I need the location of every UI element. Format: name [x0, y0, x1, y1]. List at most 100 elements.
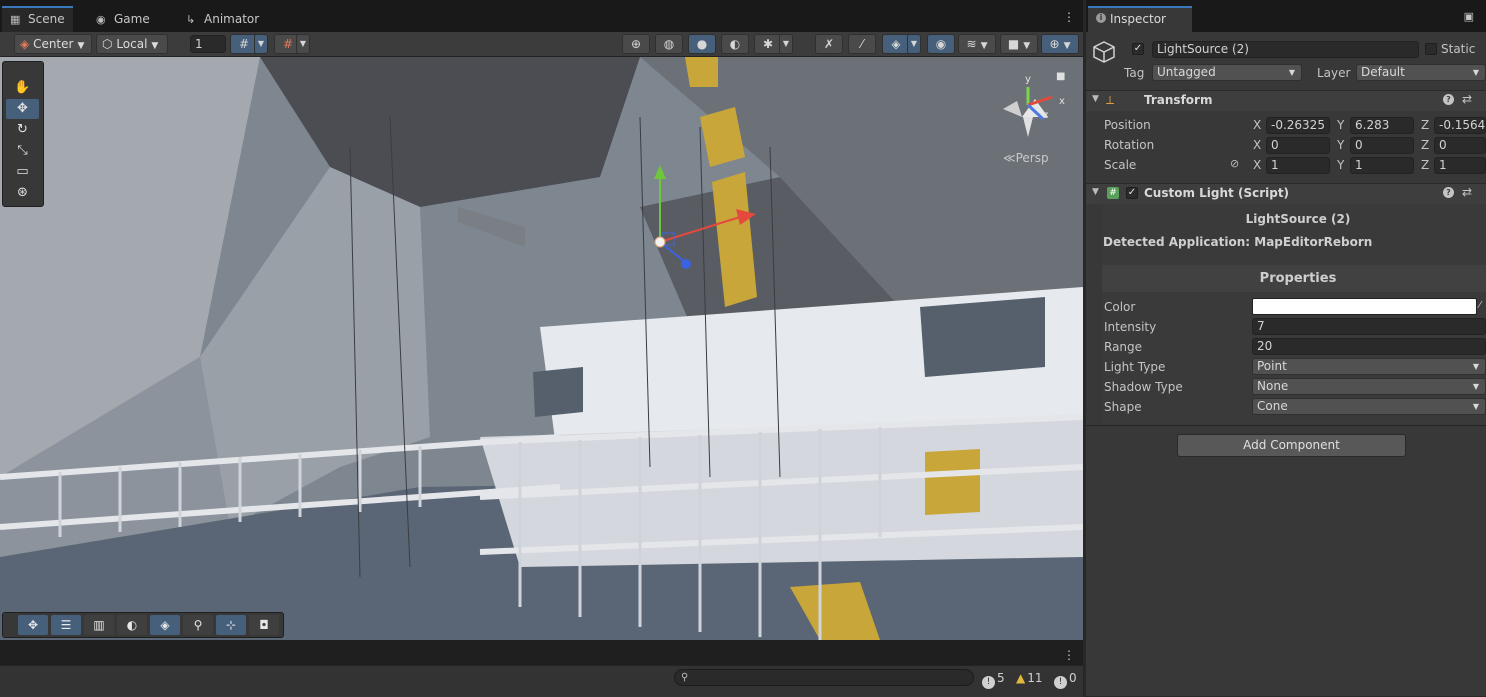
intensity-field[interactable]: 7 [1252, 318, 1486, 335]
chevron-down-icon: ▼ [980, 41, 988, 51]
scene-panel-menu-icon[interactable]: ⋮ [1063, 10, 1075, 24]
overlay-move-button[interactable]: ✥ [18, 615, 48, 635]
overlay-camera-button[interactable]: ◘ [249, 615, 279, 635]
transform-header[interactable]: ▼ ⟂ Transform ? ⇄ [1086, 90, 1486, 111]
gizmo-z-label: z [1043, 110, 1048, 121]
unlit-sphere-icon: ◐ [729, 37, 741, 51]
eye-icon: ◉ [935, 37, 947, 51]
gizmo-x-label: x [1059, 96, 1065, 107]
overlay-shading-button[interactable]: ◐ [117, 615, 147, 635]
chevron-down-icon: ▼ [1472, 68, 1479, 77]
info-count-toggle[interactable]: ! 0 [1054, 669, 1077, 689]
scene-panel: ▦ Scene ◉ Game ↳ Animator ⋮ ◈ Center ▼ ⬡ Loc… [0, 0, 1083, 640]
scene-visibility-button[interactable]: ◉ [927, 34, 955, 54]
static-checkbox[interactable] [1425, 43, 1437, 55]
lock-icon[interactable]: ▣ [1464, 10, 1474, 23]
unlit-button[interactable]: ◐ [721, 34, 749, 54]
sphere-icon: ◐ [126, 618, 138, 632]
scale-z-field[interactable]: 1 [1434, 157, 1486, 174]
shadow-type-dropdown[interactable]: None ▼ [1252, 378, 1486, 395]
increment-snap-dropdown[interactable]: ▼ [296, 34, 310, 54]
camera-projection-label[interactable]: ≪Persp [1003, 151, 1049, 165]
rotation-z-field[interactable]: 0 [1434, 137, 1486, 154]
shadow-type-label: Shadow Type [1104, 380, 1183, 394]
custom-light-object-heading: LightSource (2) [1245, 212, 1351, 226]
shaded-button[interactable]: ● [688, 34, 716, 54]
add-component-button[interactable]: Add Component [1177, 434, 1406, 457]
rotation-x-field[interactable]: 0 [1266, 137, 1330, 154]
chevron-down-icon: ▼ [257, 39, 265, 48]
layers-dropdown[interactable]: ≋ ▼ [958, 34, 996, 54]
overlay-grid-button[interactable]: ▥ [84, 615, 114, 635]
custom-light-enabled-checkbox[interactable]: ✓ [1126, 187, 1138, 199]
chevron-down-icon: ▼ [1023, 41, 1031, 51]
position-x-field[interactable]: -0.26325 [1266, 117, 1330, 134]
scale-tool-button[interactable]: ⤡ [6, 141, 39, 161]
hand-tool-button[interactable]: ✋ [6, 78, 39, 98]
wireframe-shading-button[interactable]: ⊕ [622, 34, 650, 54]
eyedropper-icon[interactable]: ⁄ [1479, 300, 1481, 311]
range-field[interactable]: 20 [1252, 338, 1486, 355]
effects-toggle-button[interactable]: ◈ [882, 34, 910, 54]
shaded-wireframe-button[interactable]: ◍ [655, 34, 683, 54]
gizmos-dropdown[interactable]: ⊕ ▼ [1041, 34, 1079, 54]
gizmo-lock-icon[interactable]: ■ [1056, 71, 1065, 82]
position-z-field[interactable]: -0.15647 [1434, 117, 1486, 134]
lighting-toggle-button[interactable]: ✗ [815, 34, 843, 54]
tab-animator[interactable]: ↳ Animator [178, 8, 267, 32]
scene-viewport[interactable]: y x z ■ [0, 57, 1083, 640]
effects-dropdown[interactable]: ▼ [907, 34, 921, 54]
transform-icon: ⟂ [1106, 93, 1115, 107]
help-icon[interactable]: ? [1443, 94, 1454, 105]
scale-label: Scale [1104, 158, 1137, 172]
chevron-down-icon: ▼ [77, 41, 85, 51]
object-active-checkbox[interactable]: ✓ [1132, 43, 1144, 55]
layer-dropdown[interactable]: Default ▼ [1356, 64, 1486, 81]
scale-y-field[interactable]: 1 [1350, 157, 1414, 174]
grid-snapping-dropdown[interactable]: ▼ [254, 34, 268, 54]
scale-z-axis-label: Z [1421, 158, 1430, 172]
tab-scene[interactable]: ▦ Scene [2, 6, 73, 32]
color-swatch[interactable] [1252, 298, 1477, 315]
transform-tool-button[interactable]: ⊛ [6, 183, 39, 203]
rect-tool-button[interactable]: ▭ [6, 162, 39, 182]
help-icon[interactable]: ? [1443, 187, 1454, 198]
overlay-search-button[interactable]: ⚲ [183, 615, 213, 635]
tag-dropdown[interactable]: Untagged ▼ [1152, 64, 1302, 81]
link-off-icon[interactable]: ⊘ [1230, 157, 1239, 170]
chevron-down-icon: ▼ [151, 41, 159, 51]
chevron-down-icon: ▼ [1288, 68, 1295, 77]
grid-snap-icon: # [238, 37, 250, 51]
error-count-toggle[interactable]: ! 5 [982, 669, 1005, 689]
hand-icon: ✋ [14, 80, 31, 95]
pivot-space-dropdown[interactable]: ⬡ Local ▼ [96, 34, 168, 54]
grid-size-input[interactable]: 1 [190, 35, 226, 53]
scale-x-field[interactable]: 1 [1266, 157, 1330, 174]
rotation-y-field[interactable]: 0 [1350, 137, 1414, 154]
move-tool-button[interactable]: ✥ [6, 99, 39, 119]
draw-mode-dropdown[interactable]: ▼ [779, 34, 793, 54]
warning-count-toggle[interactable]: ▲ 11 [1016, 669, 1043, 687]
custom-light-header[interactable]: ▼ # ✓ Custom Light (Script) ? ⇄ [1086, 183, 1486, 204]
preset-settings-icon[interactable]: ⇄ [1462, 185, 1472, 199]
pivot-mode-dropdown[interactable]: ◈ Center ▼ [14, 34, 92, 54]
tab-inspector[interactable]: i Inspector [1088, 6, 1192, 32]
info-icon: i [1096, 13, 1106, 23]
rotate-tool-button[interactable]: ↻ [6, 120, 39, 140]
console-search-input[interactable]: ⚲ [674, 669, 974, 686]
transform-icon: ⊛ [17, 185, 28, 200]
object-name-field[interactable]: LightSource (2) [1152, 41, 1419, 58]
position-y-field[interactable]: 6.283 [1350, 117, 1414, 134]
overlay-pivot-button[interactable]: ⊹ [216, 615, 246, 635]
scene-camera-dropdown[interactable]: ■ ▼ [1000, 34, 1038, 54]
console-menu-icon[interactable]: ⋮ [1063, 648, 1075, 662]
gamepad-icon: ◉ [96, 13, 106, 26]
debug-draw-button[interactable]: ✱ [754, 34, 782, 54]
shape-dropdown[interactable]: Cone ▼ [1252, 398, 1486, 415]
preset-settings-icon[interactable]: ⇄ [1462, 92, 1472, 106]
tab-game[interactable]: ◉ Game [88, 8, 158, 32]
overlay-settings-button[interactable]: ☰ [51, 615, 81, 635]
light-type-dropdown[interactable]: Point ▼ [1252, 358, 1486, 375]
audio-toggle-button[interactable]: ⁄ [848, 34, 876, 54]
overlay-layers-button[interactable]: ◈ [150, 615, 180, 635]
